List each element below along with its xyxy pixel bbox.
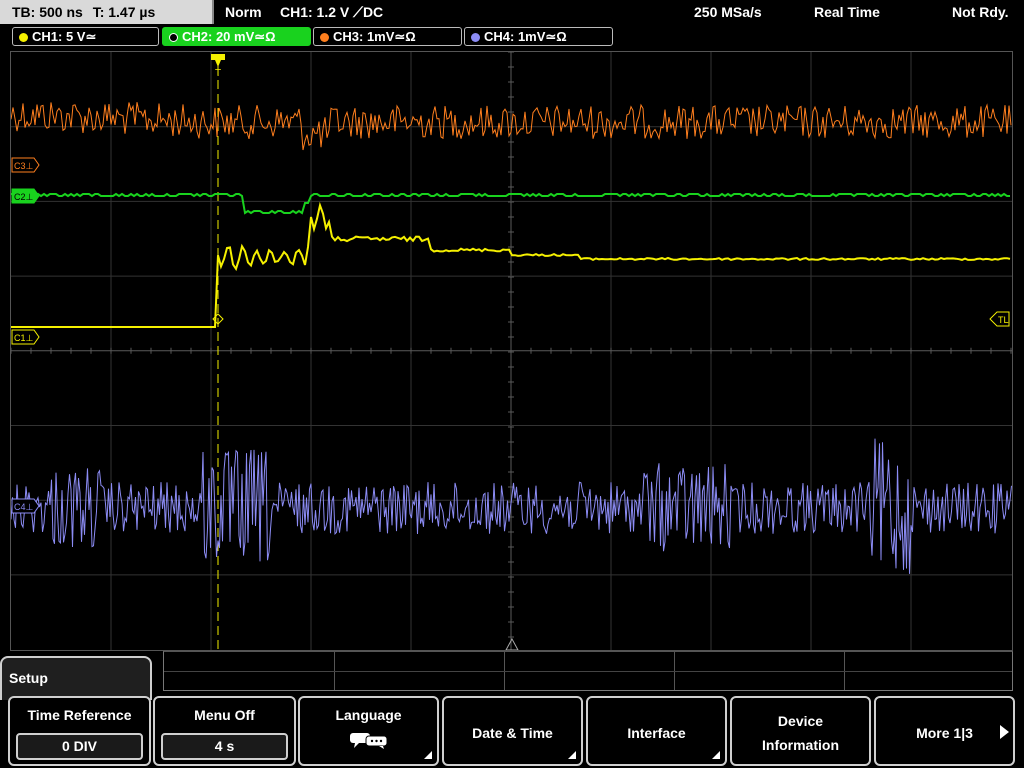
- time-reference-softkey[interactable]: Time Reference 0 DIV: [8, 696, 151, 766]
- date-time-label: Date & Time: [472, 725, 553, 741]
- channel-1-dot-icon: [19, 33, 28, 42]
- channel-1-tab[interactable]: CH1: 5 V≃: [12, 27, 159, 46]
- trigger-pos-label: T: [215, 68, 221, 79]
- channel-1-label: CH1: 5 V≃: [32, 29, 97, 44]
- submenu-corner-icon: [712, 751, 720, 759]
- trigger-position-marker[interactable]: T: [211, 54, 225, 79]
- waveform-display[interactable]: T C3⊥ C2⊥ C1⊥ C4⊥ TL: [10, 51, 1013, 651]
- channel-4-tab[interactable]: CH4: 1mV≃Ω: [464, 27, 613, 46]
- channel-1-ground-marker[interactable]: C1⊥: [11, 329, 40, 345]
- timebase-box[interactable]: TB: 500 ns T: 1.47 µs: [0, 0, 214, 24]
- menu-title: Setup: [9, 670, 48, 686]
- device-info-label-line2: Information: [762, 737, 839, 753]
- channel-4-ground-marker[interactable]: C4⊥: [11, 498, 40, 514]
- channel-3-ground-marker[interactable]: C3⊥: [11, 157, 40, 173]
- channel-bar: CH1: 5 V≃ CH2: 20 mV≃Ω CH3: 1mV≃Ω CH4: 1…: [0, 24, 1024, 48]
- channel-2-ground-marker[interactable]: C2⊥: [11, 188, 40, 204]
- status-bar: TB: 500 ns T: 1.47 µs Norm CH1: 1.2 V ⟋D…: [0, 0, 1024, 24]
- interface-label: Interface: [627, 725, 686, 741]
- trigger-level-marker[interactable]: TL: [989, 311, 1010, 327]
- trigger-status: Not Rdy.: [952, 4, 1009, 20]
- device-information-softkey[interactable]: Device Information: [730, 696, 871, 766]
- device-info-label-line1: Device: [777, 713, 824, 729]
- menu-off-softkey[interactable]: Menu Off 4 s: [153, 696, 296, 766]
- trigger-time-readout: T: 1.47 µs: [92, 4, 156, 20]
- channel-4-marker-label: C4⊥: [14, 502, 34, 512]
- submenu-corner-icon: [424, 751, 432, 759]
- speech-bubbles-icon: [349, 733, 387, 749]
- channel-3-label: CH3: 1mV≃Ω: [333, 29, 416, 44]
- softkey-bar: Time Reference 0 DIV Menu Off 4 s Langua…: [0, 694, 1024, 768]
- next-page-arrow-icon: [1000, 725, 1009, 739]
- acquisition-mode[interactable]: Norm: [225, 0, 262, 24]
- time-reference-label: Time Reference: [27, 707, 132, 723]
- horizontal-reference-icon: [505, 637, 519, 650]
- graticule: [11, 52, 1012, 650]
- trigger-level-label: TL: [998, 315, 1009, 325]
- language-softkey[interactable]: Language: [298, 696, 439, 766]
- zoom-strip: [163, 651, 1013, 691]
- date-time-softkey[interactable]: Date & Time: [442, 696, 583, 766]
- interface-softkey[interactable]: Interface: [586, 696, 727, 766]
- channel-2-tab[interactable]: CH2: 20 mV≃Ω: [162, 27, 311, 46]
- more-label: More 1|3: [916, 725, 973, 741]
- menu-off-label: Menu Off: [194, 707, 255, 723]
- channel-4-dot-icon: [471, 33, 480, 42]
- time-reference-value[interactable]: 0 DIV: [16, 733, 143, 760]
- channel-4-label: CH4: 1mV≃Ω: [484, 29, 567, 44]
- menu-off-value[interactable]: 4 s: [161, 733, 288, 760]
- channel-3-marker-label: C3⊥: [14, 161, 34, 171]
- submenu-corner-icon: [568, 751, 576, 759]
- timebase-readout: TB: 500 ns: [12, 4, 83, 20]
- channel-2-dot-icon: [169, 33, 178, 42]
- channel-3-tab[interactable]: CH3: 1mV≃Ω: [313, 27, 462, 46]
- channel-2-marker-label: C2⊥: [14, 192, 34, 202]
- language-label: Language: [335, 707, 402, 723]
- channel-1-marker-label: C1⊥: [14, 333, 34, 343]
- channel-2-label: CH2: 20 mV≃Ω: [182, 29, 276, 44]
- trigger-info[interactable]: CH1: 1.2 V ⟋DC: [280, 0, 383, 24]
- sample-rate: 250 MSa/s: [694, 4, 762, 20]
- time-mode: Real Time: [814, 4, 880, 20]
- waveform-canvas: T C3⊥ C2⊥ C1⊥ C4⊥ TL: [11, 52, 1012, 650]
- channel-3-dot-icon: [320, 33, 329, 42]
- more-softkey[interactable]: More 1|3: [874, 696, 1015, 766]
